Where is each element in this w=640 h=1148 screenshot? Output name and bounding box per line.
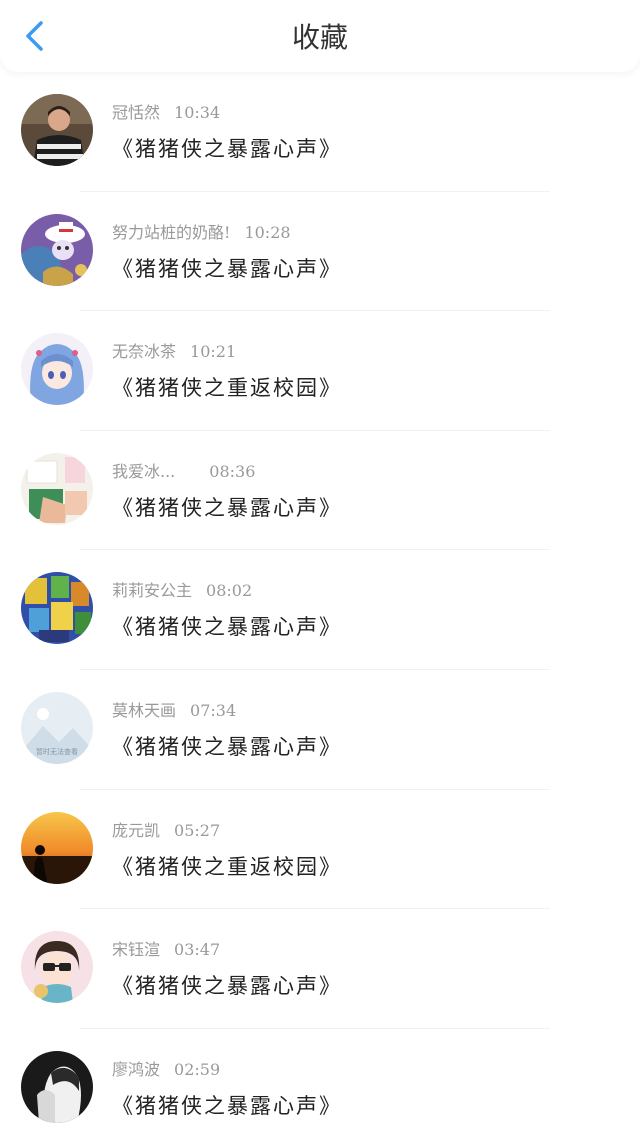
favorite-title: 《猪猪侠之重返校园》 <box>112 376 342 401</box>
item-meta: 我爱冰... 08:36 <box>112 461 255 483</box>
favorite-title: 《猪猪侠之暴露心声》 <box>112 734 342 759</box>
timestamp: 05:27 <box>174 820 221 840</box>
timestamp: 10:34 <box>174 103 221 122</box>
username: 努力站桩的奶酪! <box>112 222 231 242</box>
username: 无奈冰茶 <box>112 342 177 362</box>
avatar[interactable] <box>21 1050 93 1123</box>
list-item[interactable]: 廖鸿波 02:59 《猪猪侠之暴露心声》 <box>0 1029 640 1148</box>
item-meta: 莫林天画 07:34 <box>112 700 236 722</box>
avatar[interactable] <box>21 931 93 1004</box>
item-meta: 庞元凯 05:27 <box>112 820 220 842</box>
favorite-title: 《猪猪侠之暴露心声》 <box>112 615 342 640</box>
timestamp: 02:59 <box>174 1059 221 1079</box>
list-item[interactable]: 宋钰渲 03:47 《猪猪侠之暴露心声》 <box>0 909 640 1029</box>
favorite-title: 《猪猪侠之暴露心声》 <box>112 974 342 999</box>
favorite-title: 《猪猪侠之暴露心声》 <box>112 137 342 161</box>
avatar-caption: 暂时无法查看 <box>36 747 78 756</box>
page-title: 收藏 <box>291 21 348 54</box>
timestamp: 08:36 <box>209 461 256 481</box>
item-meta: 廖鸿波 02:59 <box>112 1059 220 1081</box>
favorite-title: 《猪猪侠之暴露心声》 <box>112 495 342 520</box>
list-item[interactable]: 冠恬然 10:34 《猪猪侠之暴露心声》 <box>0 72 640 192</box>
username: 冠恬然 <box>112 103 161 122</box>
avatar[interactable] <box>21 94 93 166</box>
avatar[interactable]: 暂时无法查看 <box>21 691 93 764</box>
avatar[interactable] <box>21 452 93 525</box>
username: 宋钰渲 <box>112 940 161 960</box>
username: 庞元凯 <box>112 820 161 840</box>
favorite-title: 《猪猪侠之重返校园》 <box>112 854 342 879</box>
item-meta: 宋钰渲 03:47 <box>112 939 220 961</box>
timestamp: 07:34 <box>190 700 237 720</box>
username: 莫林天画 <box>112 700 177 720</box>
favorite-title: 《猪猪侠之暴露心声》 <box>112 256 342 281</box>
item-meta: 冠恬然 10:34 <box>112 102 220 124</box>
top-bar: 收藏 <box>0 0 640 72</box>
item-meta: 莉莉安公主 08:02 <box>112 580 252 602</box>
item-meta: 努力站桩的奶酪! 10:28 <box>112 222 291 244</box>
timestamp: 08:02 <box>206 581 253 601</box>
avatar[interactable] <box>21 811 93 884</box>
timestamp: 10:21 <box>190 342 237 362</box>
avatar[interactable] <box>21 213 93 286</box>
favorite-title: 《猪猪侠之暴露心声》 <box>112 1093 342 1118</box>
avatar[interactable] <box>21 572 93 645</box>
timestamp: 03:47 <box>174 940 221 960</box>
username: 廖鸿波 <box>112 1059 161 1079</box>
list-item[interactable]: 努力站桩的奶酪! 10:28 《猪猪侠之暴露心声》 <box>0 192 640 312</box>
item-meta: 无奈冰茶 10:21 <box>112 341 236 363</box>
list-item[interactable]: 暂时无法查看 莫林天画 07:34 《猪猪侠之暴露心声》 <box>0 670 640 790</box>
list-item[interactable]: 莉莉安公主 08:02 《猪猪侠之暴露心声》 <box>0 550 640 670</box>
username: 我爱冰... <box>112 461 176 481</box>
timestamp: 10:28 <box>244 222 291 242</box>
username: 莉莉安公主 <box>112 581 193 601</box>
list-item[interactable]: 庞元凯 05:27 《猪猪侠之重返校园》 <box>0 790 640 910</box>
favorites-list: 冠恬然 10:34 《猪猪侠之暴露心声》 努力站桩的奶酪! 10:28 《猪猪侠之暴… <box>0 72 640 1148</box>
list-item[interactable]: 无奈冰茶 10:21 《猪猪侠之重返校园》 <box>0 311 640 431</box>
list-item[interactable]: 我爱冰... 08:36 《猪猪侠之暴露心声》 <box>0 431 640 551</box>
avatar[interactable] <box>21 333 93 406</box>
